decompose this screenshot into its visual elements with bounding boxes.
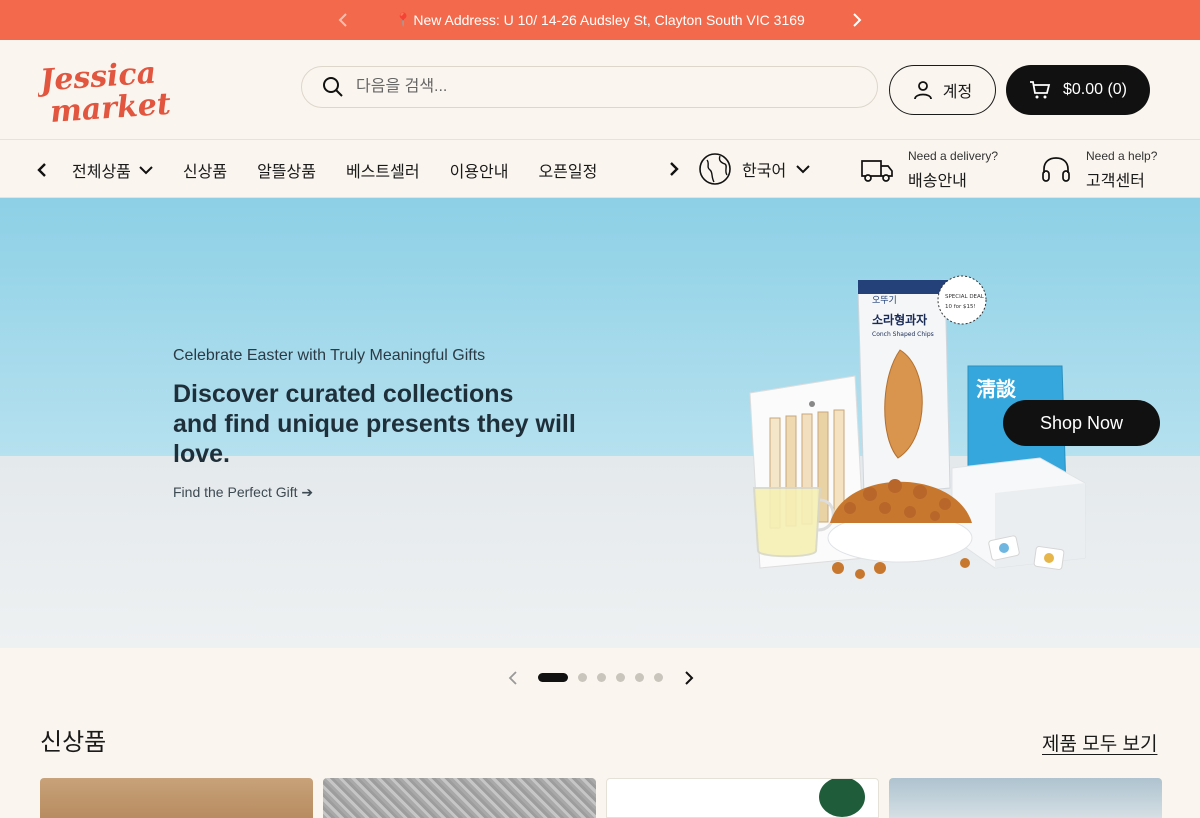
support-small: Need a help? (1086, 149, 1158, 163)
svg-text:10 for $15!: 10 for $15! (945, 304, 976, 310)
language-selector[interactable]: 한국어 (698, 152, 810, 186)
nav-item-sale[interactable]: 알뜰상품 (257, 158, 316, 182)
cart-icon (1029, 81, 1051, 99)
nav-item-new[interactable]: 신상품 (183, 158, 227, 182)
headset-icon (1042, 157, 1070, 182)
language-label: 한국어 (742, 163, 787, 180)
chip-bag: 오뚜기 소라형과자 Conch Shaped Chips SPECIAL DEA… (857, 275, 987, 497)
hero-eyebrow: Celebrate Easter with Truly Meaningful G… (173, 347, 486, 364)
announcement-next-button[interactable] (842, 0, 872, 40)
svg-text:淸談: 淸談 (976, 377, 1017, 401)
slider-prev-icon[interactable] (504, 668, 524, 688)
hero-slider-controls (0, 660, 1200, 696)
nav-item-label: 이용안내 (449, 163, 509, 181)
main-nav: 전체상품 신상품 알뜰상품 베스트셀러 이용안내 오픈일정 한국어 Need a… (0, 141, 1200, 198)
announcement-bar: 📍 New Address: U 10/ 14-26 Audsley St, C… (0, 0, 1200, 40)
slider-dot[interactable] (578, 673, 587, 682)
hero-banner[interactable]: Celebrate Easter with Truly Meaningful G… (0, 198, 1200, 648)
support-label: 고객센터 (1086, 173, 1145, 190)
chevron-down-icon (139, 165, 153, 174)
delivery-small: Need a delivery? (908, 149, 999, 163)
user-icon (913, 81, 932, 100)
svg-text:SPECIAL DEAL: SPECIAL DEAL (945, 294, 985, 300)
slider-next-icon[interactable] (678, 668, 698, 688)
map-pin-icon: 📍 (395, 12, 412, 27)
announcement-text[interactable]: New Address: U 10/ 14-26 Audsley St, Cla… (413, 12, 804, 28)
shop-now-button[interactable]: Shop Now (1003, 400, 1160, 446)
section-title: 신상품 (40, 729, 107, 756)
nav-scroll-left-icon[interactable] (34, 159, 52, 181)
nav-scroll-right-icon[interactable] (664, 157, 684, 181)
svg-text:Conch Shaped Chips: Conch Shaped Chips (872, 331, 934, 338)
cart-total: $0.00 (0) (1062, 81, 1128, 98)
slider-dots (538, 673, 663, 682)
nav-item-label: 베스트셀러 (345, 163, 420, 181)
globe-icon (699, 153, 731, 185)
product-card[interactable] (889, 778, 1162, 818)
slider-dot[interactable] (654, 673, 663, 682)
svg-text:소라형과자: 소라형과자 (872, 312, 927, 327)
cart-button[interactable]: $0.00 (0) (1006, 65, 1150, 115)
jessica-market-logo[interactable]: Jessica market (38, 58, 188, 124)
nav-item-schedule[interactable]: 오픈일정 (538, 158, 597, 182)
chevron-down-icon (796, 165, 810, 174)
nav-item-bestseller[interactable]: 베스트셀러 (346, 158, 420, 182)
search-bar[interactable] (301, 66, 878, 108)
nav-item-label: 전체상품 (72, 163, 131, 181)
search-input[interactable] (356, 78, 836, 96)
chevron-right-icon (853, 13, 862, 27)
product-badge (819, 779, 865, 817)
svg-text:오뚜기: 오뚜기 (872, 295, 897, 306)
search-icon[interactable] (322, 76, 344, 98)
hero-headline: Discover curated collections and find un… (173, 379, 633, 469)
hero-headline-line1: Discover curated collections (173, 380, 514, 408)
customer-center-link[interactable]: Need a help? 고객센터 (1040, 149, 1157, 191)
chevron-left-icon (338, 13, 347, 27)
slider-dot[interactable] (616, 673, 625, 682)
account-button[interactable]: 계정 (889, 65, 996, 115)
product-card[interactable] (606, 778, 879, 818)
nav-item-all-products[interactable]: 전체상품 (72, 158, 153, 182)
hero-headline-line2: and find unique presents they will love. (173, 410, 576, 468)
slider-dot[interactable] (538, 673, 568, 682)
product-grid (40, 778, 1162, 818)
nav-item-label: 알뜰상품 (257, 163, 316, 181)
announcement-prev-button[interactable] (328, 0, 358, 40)
account-label: 계정 (942, 84, 973, 101)
nav-item-guide[interactable]: 이용안내 (450, 158, 509, 182)
truck-icon (861, 160, 893, 182)
delivery-info-link[interactable]: Need a delivery? 배송안내 (860, 149, 998, 191)
nav-item-label: 오픈일정 (538, 163, 598, 181)
hero-gift-link[interactable]: Find the Perfect Gift ➔ (173, 484, 313, 501)
slider-dot[interactable] (597, 673, 606, 682)
product-card[interactable] (40, 778, 313, 818)
site-header: Jessica market 계정 $0.00 (0) (0, 40, 1200, 140)
view-all-products-link[interactable]: 제품 모두 보기 (1042, 729, 1157, 756)
nav-item-label: 신상품 (182, 163, 228, 181)
delivery-label: 배송안내 (908, 173, 967, 190)
product-card[interactable] (323, 778, 596, 818)
slider-dot[interactable] (635, 673, 644, 682)
